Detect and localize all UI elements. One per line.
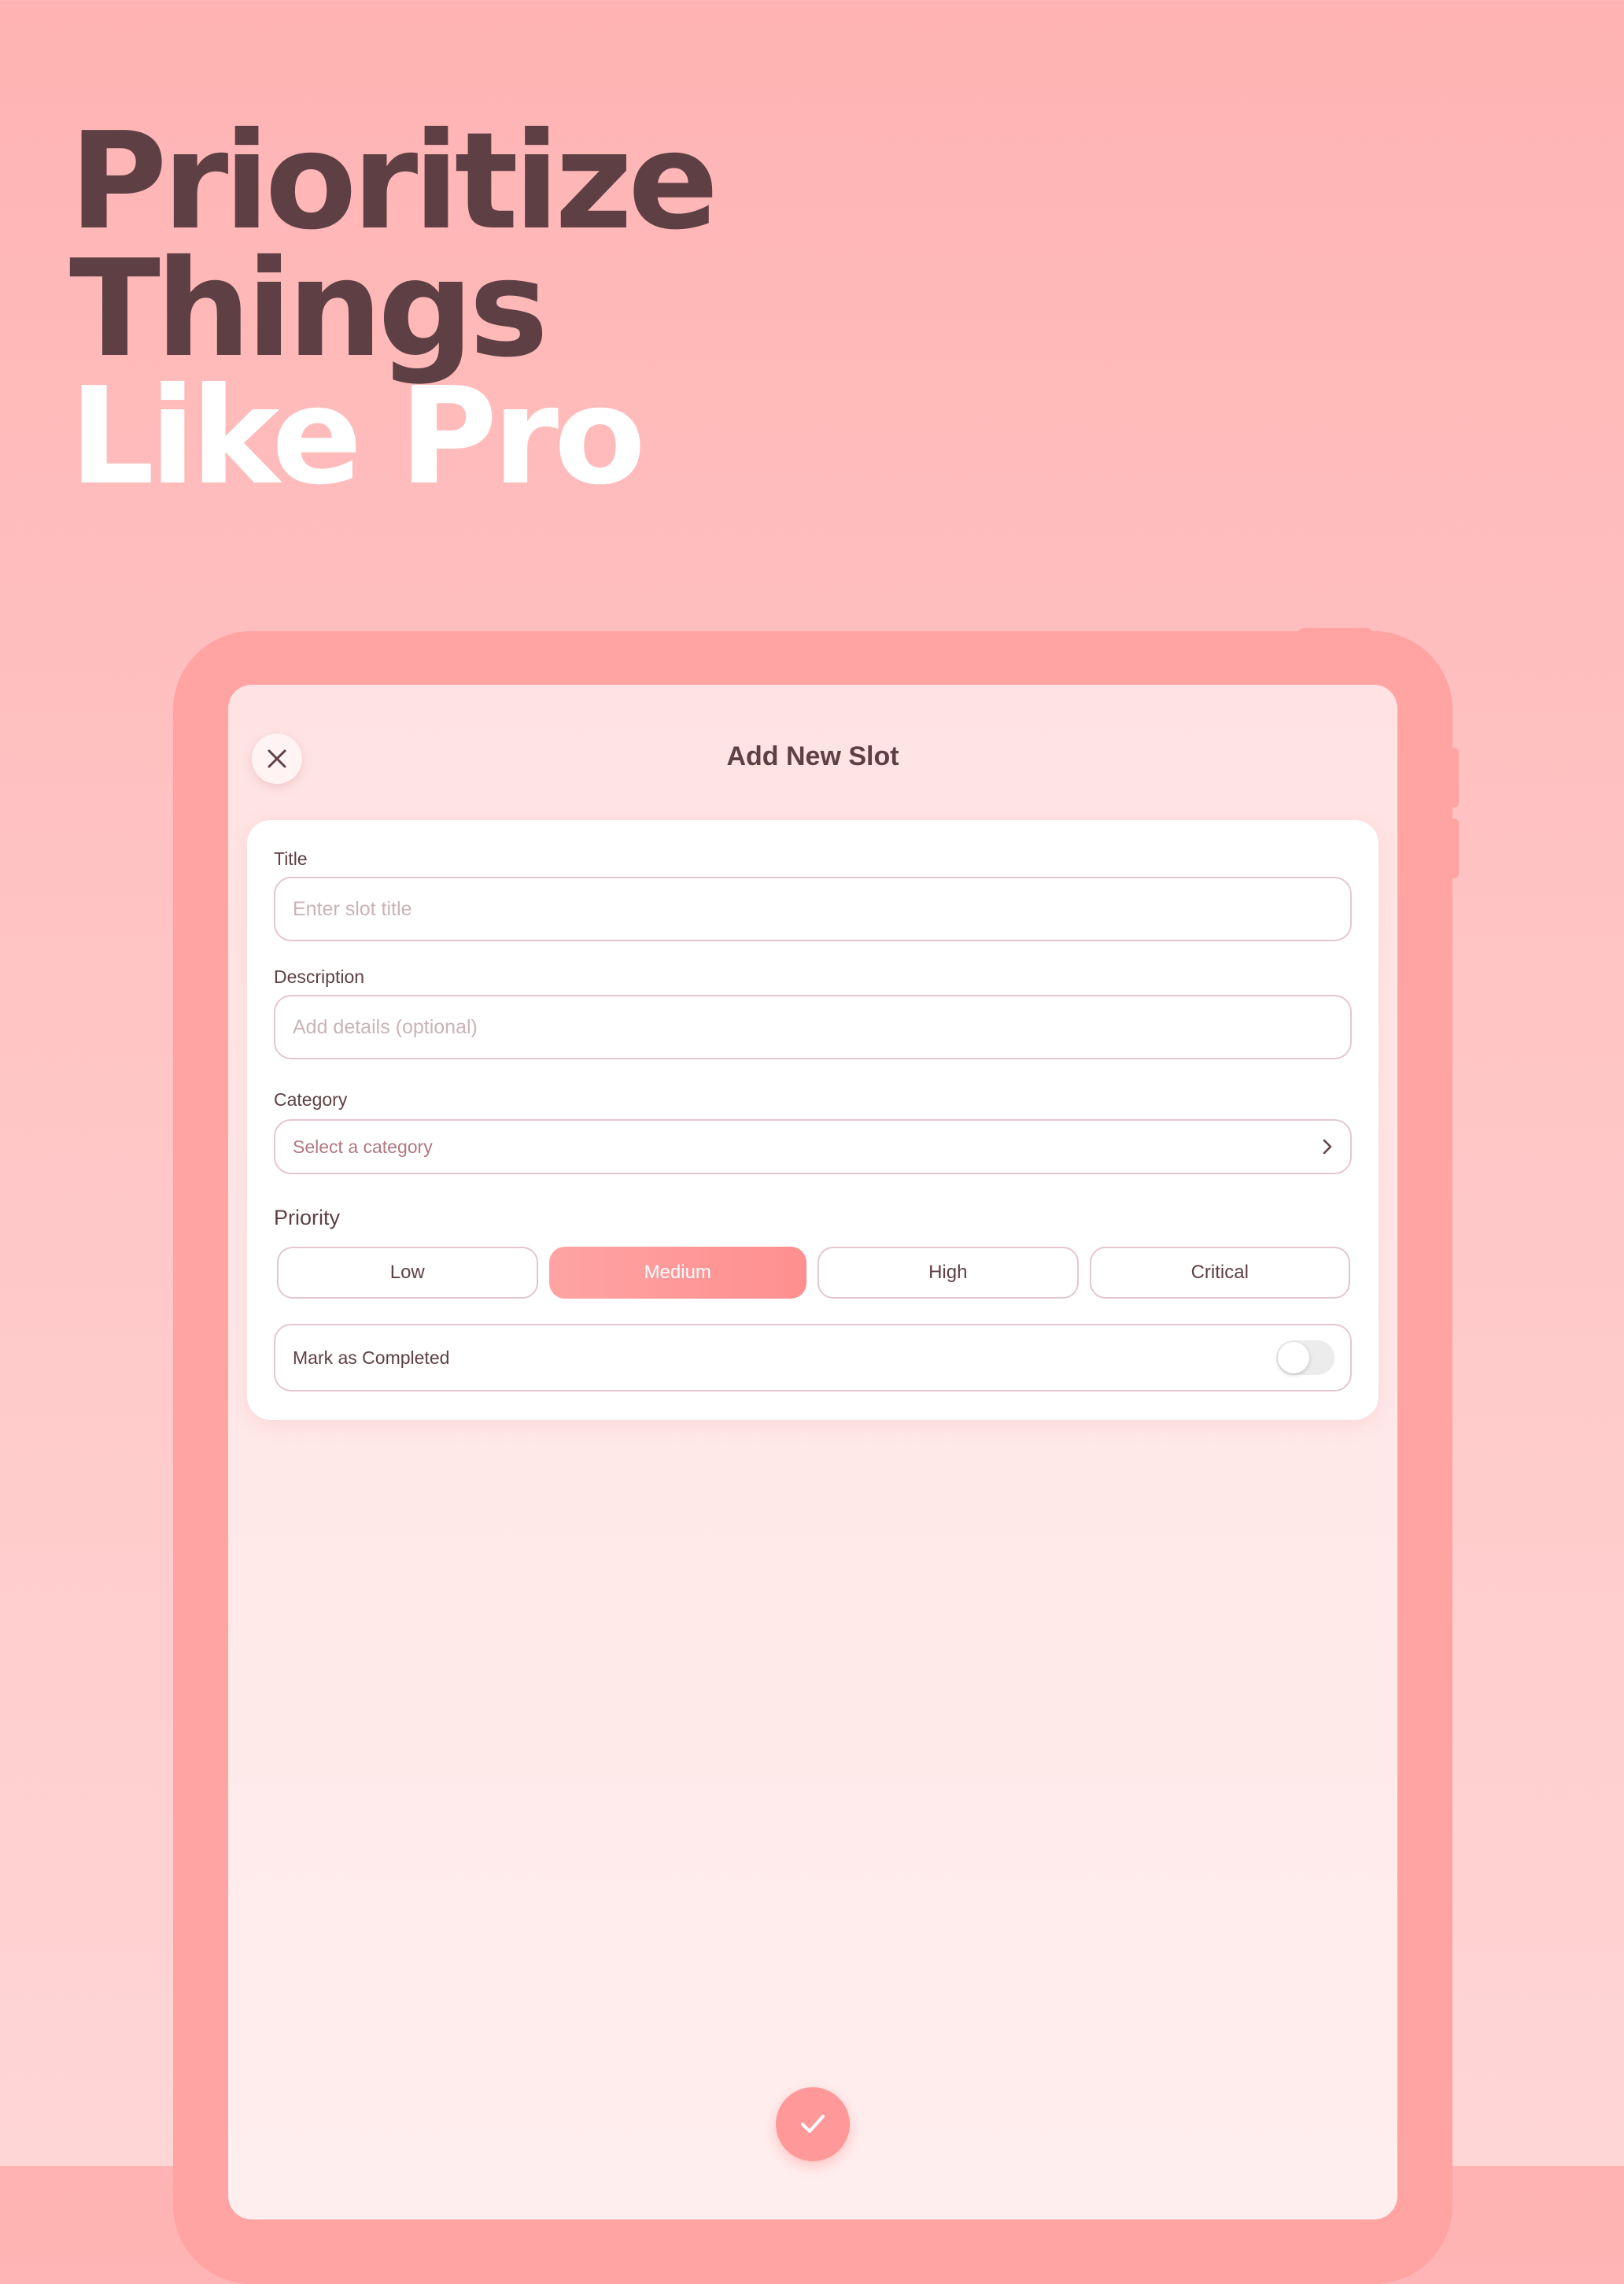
priority-label: Priority: [274, 1206, 341, 1229]
slot-form: Title Description Category Select a cate…: [247, 820, 1379, 1420]
description-label: Description: [274, 966, 365, 987]
headline: Prioritize Things Like Pro: [69, 104, 718, 515]
tablet-screen: Add New Slot Title Description Category …: [228, 685, 1397, 2219]
mark-completed-toggle[interactable]: [1276, 1340, 1334, 1375]
priority-option-low[interactable]: Low: [277, 1247, 538, 1299]
headline-line-2: Things: [69, 231, 548, 387]
headline-line-1: Prioritize: [69, 104, 718, 260]
category-label: Category: [274, 1089, 348, 1110]
mark-completed-label: Mark as Completed: [293, 1347, 450, 1368]
priority-option-medium[interactable]: Medium: [548, 1247, 806, 1299]
sheet-title: Add New Slot: [726, 741, 899, 771]
confirm-button[interactable]: [776, 2087, 850, 2161]
headline-line-3: Like Pro: [69, 359, 646, 515]
chevron-right-icon: [1323, 1139, 1332, 1155]
description-input[interactable]: [274, 995, 1352, 1059]
category-select[interactable]: Select a category: [274, 1119, 1352, 1174]
title-label: Title: [274, 848, 308, 869]
priority-option-high[interactable]: High: [818, 1247, 1079, 1299]
priority-option-critical[interactable]: Critical: [1089, 1247, 1350, 1299]
mark-completed-row: Mark as Completed: [274, 1324, 1352, 1391]
category-select-value: Select a category: [293, 1136, 433, 1157]
priority-selector: Low Medium High Critical: [277, 1247, 1350, 1299]
title-input[interactable]: [274, 877, 1352, 941]
toggle-knob: [1278, 1342, 1309, 1373]
checkmark-icon: [801, 2115, 825, 2133]
